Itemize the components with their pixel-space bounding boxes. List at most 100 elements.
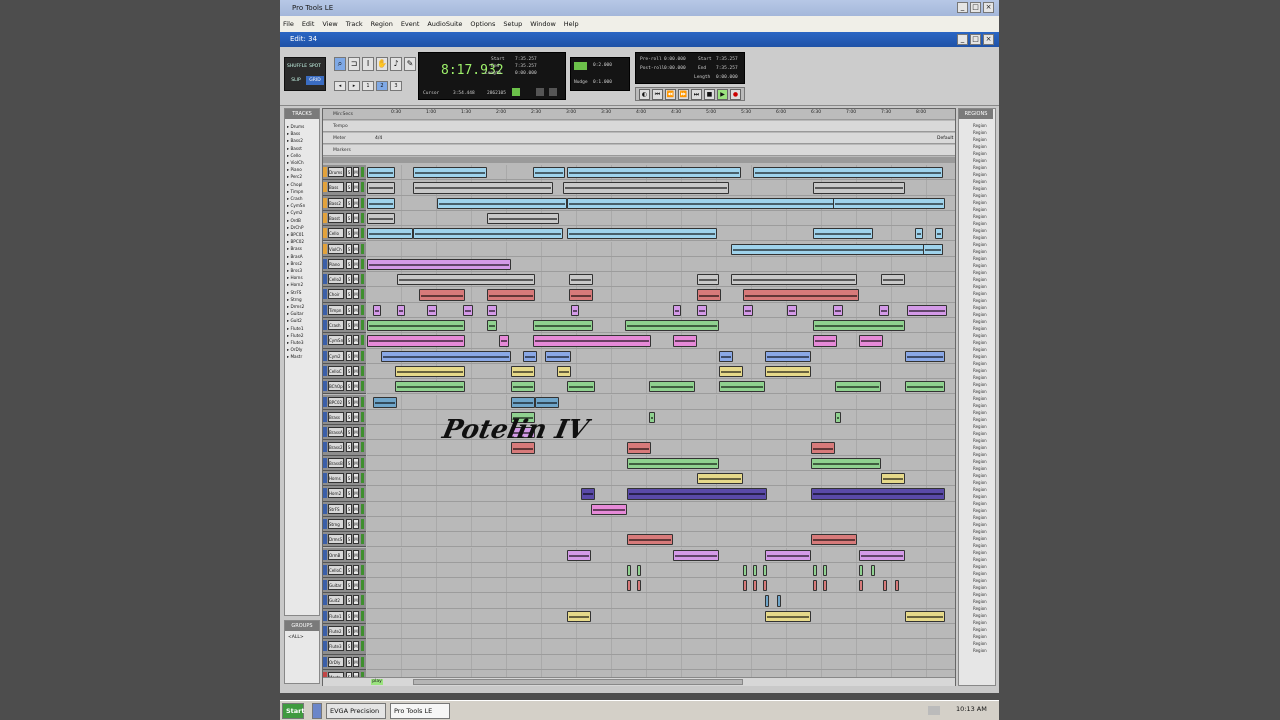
track-name[interactable]: CymSn	[328, 335, 344, 346]
track-lane[interactable]	[367, 256, 955, 273]
audio-region-clip[interactable]	[719, 350, 733, 362]
region-list-item[interactable]: Region	[959, 507, 995, 514]
solo-button[interactable]: S	[346, 197, 352, 208]
track-header[interactable]: Strng S M	[323, 516, 366, 533]
solo-button[interactable]: S	[346, 258, 352, 269]
zoom-preset-2-button[interactable]: 2	[376, 81, 388, 91]
zoom-preset-1-button[interactable]: 1	[362, 81, 374, 91]
audio-region-clip[interactable]	[697, 304, 707, 316]
audio-region-clip[interactable]	[859, 549, 905, 561]
solo-button[interactable]: S	[346, 473, 352, 483]
quick-launch-icon[interactable]	[312, 703, 322, 719]
solo-button[interactable]: S	[346, 580, 352, 591]
mute-button[interactable]: M	[353, 518, 359, 529]
preroll-value[interactable]: 0:00.000	[664, 57, 686, 62]
region-list-item[interactable]: Region	[959, 479, 995, 486]
solo-button[interactable]: S	[346, 641, 352, 652]
region-list-item[interactable]: Region	[959, 472, 995, 479]
audio-region-clip[interactable]	[437, 197, 567, 209]
region-list-item[interactable]: Region	[959, 633, 995, 640]
tracks-list-item[interactable]: ▸ Mastr	[287, 353, 302, 360]
track-name[interactable]: Bass	[328, 182, 344, 193]
audio-region-clip[interactable]	[743, 289, 859, 301]
region-list-item[interactable]: Region	[959, 332, 995, 339]
track-name[interactable]: Drums	[328, 167, 344, 177]
tracks-list-item[interactable]: ▸ Guitar	[287, 310, 303, 317]
region-list-item[interactable]: Region	[959, 612, 995, 619]
audio-region-clip[interactable]	[511, 365, 535, 378]
slip-mode-button[interactable]: SLIP	[287, 76, 305, 85]
audio-region-clip[interactable]	[719, 365, 743, 378]
region-list-item[interactable]: Region	[959, 367, 995, 374]
audio-region-clip[interactable]	[813, 320, 905, 332]
region-list-item[interactable]: Region	[959, 192, 995, 199]
zoom-icon[interactable]: ⌕	[334, 57, 346, 71]
audio-region-clip[interactable]	[627, 534, 673, 546]
audio-region-clip[interactable]	[719, 381, 765, 393]
region-list-item[interactable]: Region	[959, 486, 995, 493]
grid-value[interactable]: 0:2.000	[593, 63, 612, 68]
tracks-list-item[interactable]: ▸ CymSn	[287, 202, 305, 209]
audio-region-clip[interactable]	[895, 580, 899, 592]
solo-button[interactable]: S	[346, 381, 352, 392]
region-list-item[interactable]: Region	[959, 388, 995, 395]
menu-window[interactable]: Window	[527, 16, 559, 32]
menu-edit[interactable]: Edit	[299, 16, 318, 32]
track-header[interactable]: StrFS S M	[323, 501, 366, 517]
region-list-item[interactable]: Region	[959, 437, 995, 444]
audio-region-clip[interactable]	[697, 274, 719, 286]
zoom-out-button[interactable]: ◂	[334, 81, 346, 91]
track-lane[interactable]	[367, 348, 955, 364]
tracks-list-item[interactable]: ▸ Flute1	[287, 325, 304, 332]
audio-region-clip[interactable]	[567, 549, 591, 561]
mute-button[interactable]: M	[353, 167, 359, 177]
region-list-item[interactable]: Region	[959, 626, 995, 633]
track-header[interactable]: Cello S M	[323, 226, 366, 242]
solo-button[interactable]: S	[346, 396, 352, 407]
audio-region-clip[interactable]	[753, 167, 943, 179]
audio-region-clip[interactable]	[373, 304, 381, 316]
region-list-item[interactable]: Region	[959, 549, 995, 556]
mute-button[interactable]: M	[353, 335, 359, 346]
audio-region-clip[interactable]	[859, 335, 883, 347]
region-list-item[interactable]: Region	[959, 647, 995, 654]
region-list-item[interactable]: Region	[959, 262, 995, 269]
solo-button[interactable]: S	[346, 656, 352, 667]
audio-region-clip[interactable]	[823, 564, 827, 577]
audio-region-clip[interactable]	[413, 228, 563, 240]
audio-region-clip[interactable]	[511, 381, 535, 393]
region-list-item[interactable]: Region	[959, 591, 995, 598]
tracks-list-item[interactable]: ▸ Perc2	[287, 173, 302, 180]
audio-region-clip[interactable]	[381, 350, 511, 362]
region-list-item[interactable]: Region	[959, 227, 995, 234]
audio-region-clip[interactable]	[813, 564, 817, 577]
track-name[interactable]: BPC02	[328, 396, 344, 407]
track-name[interactable]: Flute3	[328, 641, 344, 652]
solo-button[interactable]: S	[346, 457, 352, 468]
mute-button[interactable]: M	[353, 228, 359, 239]
solo-button[interactable]: S	[346, 167, 352, 177]
play-icon[interactable]: ▶	[717, 89, 728, 100]
region-list-item[interactable]: Region	[959, 269, 995, 276]
edit-minimize-button[interactable]: _	[957, 34, 968, 45]
mute-button[interactable]: M	[353, 503, 359, 514]
track-lane[interactable]	[367, 363, 955, 380]
track-name[interactable]: OrDly	[328, 656, 344, 667]
audio-region-clip[interactable]	[563, 182, 729, 194]
audio-region-clip[interactable]	[533, 320, 593, 332]
tracks-panel-header[interactable]: TRACKS	[285, 109, 319, 119]
track-lane[interactable]	[367, 547, 955, 563]
region-list-item[interactable]: Region	[959, 605, 995, 612]
audio-region-clip[interactable]	[649, 381, 695, 393]
region-list-item[interactable]: Region	[959, 297, 995, 304]
track-name[interactable]: Guit2	[328, 595, 344, 606]
audio-region-clip[interactable]	[413, 167, 487, 179]
mute-button[interactable]: M	[353, 396, 359, 407]
audio-region-clip[interactable]	[765, 350, 811, 362]
mute-button[interactable]: M	[353, 534, 359, 545]
tray-network-icon[interactable]	[928, 706, 940, 715]
track-name[interactable]: Strng	[328, 518, 344, 529]
scrubber-icon[interactable]: ♪	[390, 57, 402, 71]
region-list-item[interactable]: Region	[959, 458, 995, 465]
audio-region-clip[interactable]	[763, 580, 767, 592]
